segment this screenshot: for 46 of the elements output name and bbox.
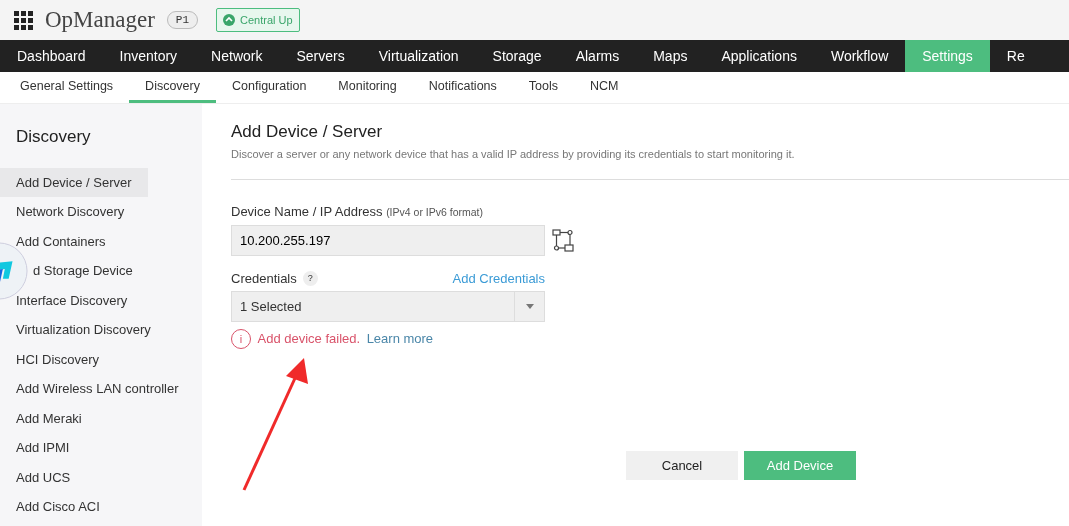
field-label: Device Name / IP Address (231, 203, 383, 219)
sub-nav-tab[interactable]: Tools (512, 72, 574, 103)
sub-nav-tab[interactable]: General Settings (4, 72, 130, 103)
learn-more-link[interactable]: Learn more (366, 329, 434, 349)
error-message: Add device failed. (257, 330, 361, 349)
help-icon[interactable]: ? (302, 270, 318, 286)
sidebar-item[interactable]: Add Meraki (16, 403, 82, 433)
sub-nav-tab[interactable]: Configuration (216, 72, 323, 103)
apps-grid-icon[interactable] (14, 10, 33, 30)
nav-tab[interactable]: Maps (636, 40, 705, 72)
sidebar-item[interactable]: Add Device / Server (0, 167, 148, 197)
credentials-dropdown[interactable]: 1 Selected (231, 291, 545, 323)
sidebar-title: Discovery (15, 126, 92, 148)
sub-nav-tab[interactable]: NCM (574, 72, 635, 103)
nav-tab[interactable]: Alarms (558, 40, 637, 72)
app-name: OpManager (45, 5, 155, 34)
sidebar-item[interactable]: Add UCS (16, 462, 71, 492)
priority-badge: P1 (166, 10, 199, 30)
nav-tab[interactable]: Network (194, 40, 280, 72)
sidebar-item[interactable]: Add Containers (16, 226, 106, 256)
nav-tab[interactable]: Dashboard (0, 40, 103, 72)
nav-tab[interactable]: Workflow (813, 40, 906, 72)
sub-nav-tab[interactable]: Monitoring (322, 72, 413, 103)
sidebar-item[interactable]: Network Discovery (16, 197, 125, 227)
nav-tab[interactable]: Servers (279, 40, 362, 72)
nav-tab[interactable]: Re (989, 40, 1042, 72)
nav-tab[interactable]: Storage (475, 40, 559, 72)
sidebar-item[interactable]: HCI Discovery (16, 344, 100, 374)
sidebar-item[interactable]: Interface Discovery (16, 285, 128, 315)
caret-icon (525, 304, 534, 310)
network-topology-icon[interactable] (551, 228, 574, 253)
sub-nav-tab[interactable]: Notifications (412, 72, 513, 103)
nav-tab[interactable]: Virtualization (361, 40, 476, 72)
form-description: Discover a server or any network device that has a valid IP address by providing its credentials to start monitoring it. (231, 147, 796, 163)
sidebar-item[interactable]: Virtualization Discovery (16, 315, 151, 345)
nav-tab[interactable]: Applications (704, 40, 814, 72)
sidebar-item[interactable]: d Storage Device (33, 256, 133, 286)
nav-tab[interactable]: Inventory (102, 40, 195, 72)
format-hint: (IPv4 or IPv6 format) (386, 205, 483, 218)
ip-address-field[interactable]: 10.200.255.197 (231, 224, 545, 256)
sidebar-item[interactable]: Add IPMI (16, 433, 70, 463)
form-title: Add Device / Server (231, 122, 384, 143)
cancel-button[interactable]: Cancel (626, 451, 738, 480)
sidebar-item[interactable]: Add Cisco ACI (16, 492, 100, 522)
sidebar-item[interactable]: Add Wireless LAN controller (16, 374, 179, 404)
field-label: Credentials (231, 269, 297, 288)
